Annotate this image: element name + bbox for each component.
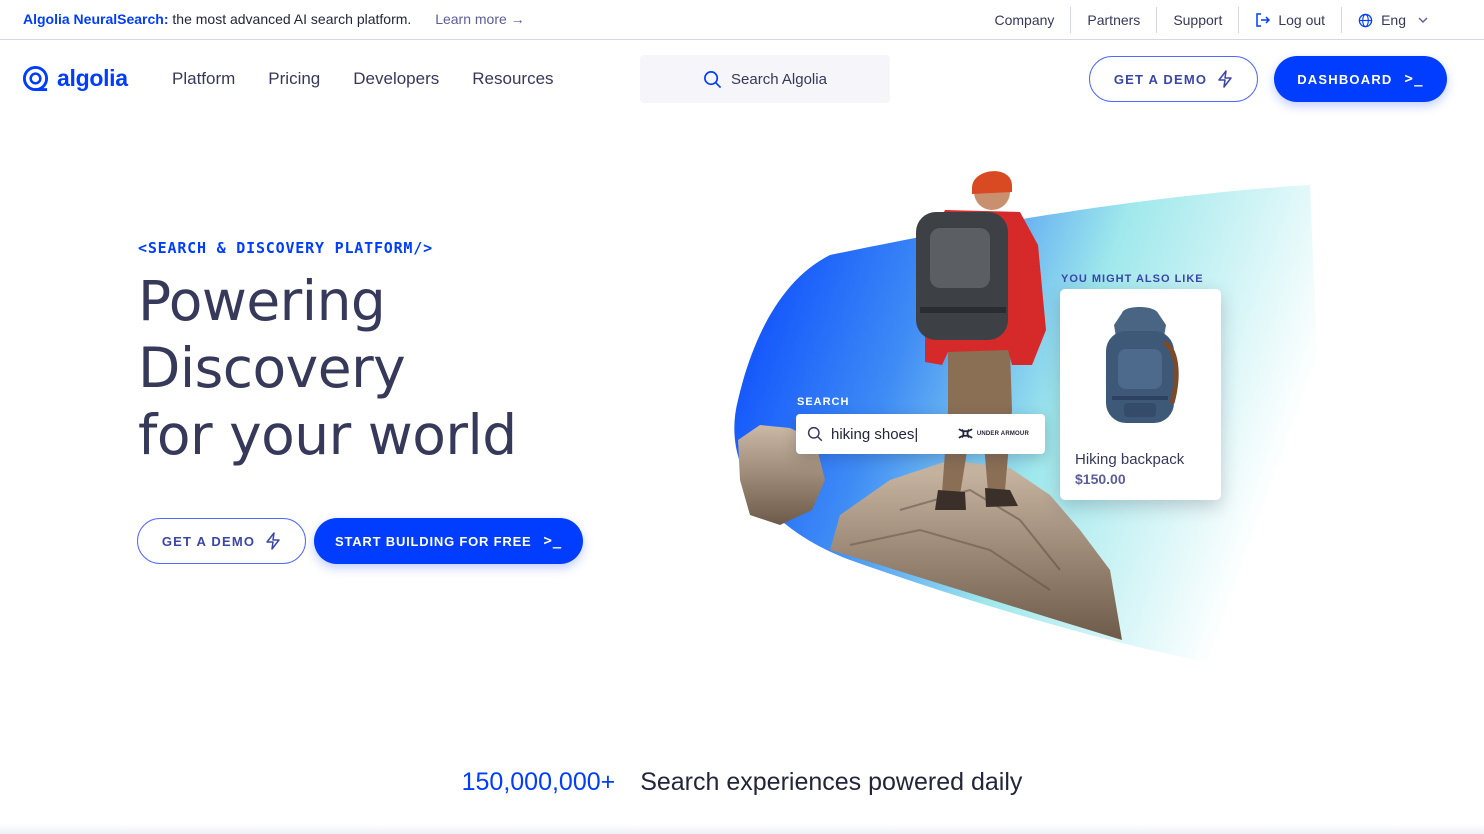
hiker-beanie (972, 171, 1012, 194)
search-icon (807, 426, 823, 442)
logout-label: Log out (1278, 12, 1326, 28)
primary-menu: Platform Pricing Developers Resources (172, 69, 587, 89)
recommendation-label: YOU MIGHT ALSO LIKE (1061, 273, 1204, 285)
learn-more-link[interactable]: Learn more → (435, 11, 524, 27)
product-card[interactable]: Hiking backpack $150.00 (1060, 289, 1221, 500)
brand-badge-text: UNDER ARMOUR (976, 430, 1029, 437)
logout-link[interactable]: Log out (1238, 7, 1341, 33)
terminal-icon: >_ (1404, 71, 1424, 87)
headline-line-1: Powering (138, 269, 386, 333)
announcement-promo: Algolia NeuralSearch: the most advanced … (23, 11, 525, 27)
support-link[interactable]: Support (1156, 7, 1238, 33)
language-selector[interactable]: Eng (1341, 7, 1444, 33)
under-armour-logo-icon (958, 428, 973, 439)
company-link[interactable]: Company (978, 7, 1070, 33)
backpack-product-image (1106, 307, 1179, 423)
globe-icon (1358, 13, 1373, 27)
menu-item-platform[interactable]: Platform (172, 69, 235, 89)
hero-get-demo-button[interactable]: GET A DEMO (137, 518, 306, 564)
hero-eyebrow: <SEARCH & DISCOVERY PLATFORM/> (138, 239, 433, 257)
stats-text: Search experiences powered daily (640, 768, 1023, 796)
get-demo-label: GET A DEMO (1113, 71, 1208, 87)
headline-line-2: Discovery (138, 336, 406, 400)
start-building-label: START BUILDING FOR FREE (334, 533, 532, 549)
product-price: $150.00 (1075, 471, 1126, 487)
algolia-logo[interactable]: algolia (22, 65, 128, 92)
hero-get-demo-label: GET A DEMO (161, 533, 256, 549)
algolia-logo-icon (22, 65, 49, 92)
chevron-down-icon (1418, 17, 1428, 23)
menu-item-developers[interactable]: Developers (353, 69, 439, 89)
lightning-icon (1218, 70, 1232, 88)
search-icon (704, 70, 722, 88)
start-building-button[interactable]: START BUILDING FOR FREE >_ (314, 518, 583, 564)
logo-wordmark: algolia (57, 65, 128, 91)
announcement-brand: Algolia NeuralSearch: (23, 11, 169, 27)
hero-headline: Powering Discovery for your world (138, 268, 517, 469)
terminal-icon: >_ (543, 533, 562, 549)
dashboard-label: DASHBOARD (1297, 71, 1393, 87)
utility-nav: Company Partners Support Log out Eng (978, 0, 1444, 40)
demo-search-box: hiking shoes| UNDER ARMOUR (796, 414, 1045, 454)
menu-item-resources[interactable]: Resources (472, 69, 553, 89)
demo-search-label: SEARCH (797, 396, 850, 408)
section-divider (0, 824, 1484, 834)
announcement-tagline: the most advanced AI search platform. (172, 11, 412, 27)
language-label: Eng (1381, 12, 1406, 28)
demo-search-query: hiking shoes| (831, 425, 919, 443)
product-name: Hiking backpack (1075, 451, 1185, 468)
menu-item-pricing[interactable]: Pricing (268, 69, 320, 89)
get-demo-button[interactable]: GET A DEMO (1089, 56, 1258, 102)
stats-banner: 150,000,000+ Search experiences powered … (0, 768, 1484, 797)
search-placeholder: Search Algolia (731, 70, 827, 88)
headline-line-3: for your world (138, 403, 517, 467)
stats-number: 150,000,000+ (461, 768, 616, 796)
site-search-input[interactable]: Search Algolia (640, 55, 890, 103)
partners-link[interactable]: Partners (1070, 7, 1156, 33)
lightning-icon (266, 532, 280, 550)
dashboard-button[interactable]: DASHBOARD >_ (1274, 56, 1447, 102)
brand-badge: UNDER ARMOUR (957, 428, 1029, 439)
logout-icon (1256, 13, 1271, 27)
main-nav: algolia Platform Pricing Developers Reso… (0, 41, 1484, 117)
announcement-bar: Algolia NeuralSearch: the most advanced … (0, 0, 1484, 40)
